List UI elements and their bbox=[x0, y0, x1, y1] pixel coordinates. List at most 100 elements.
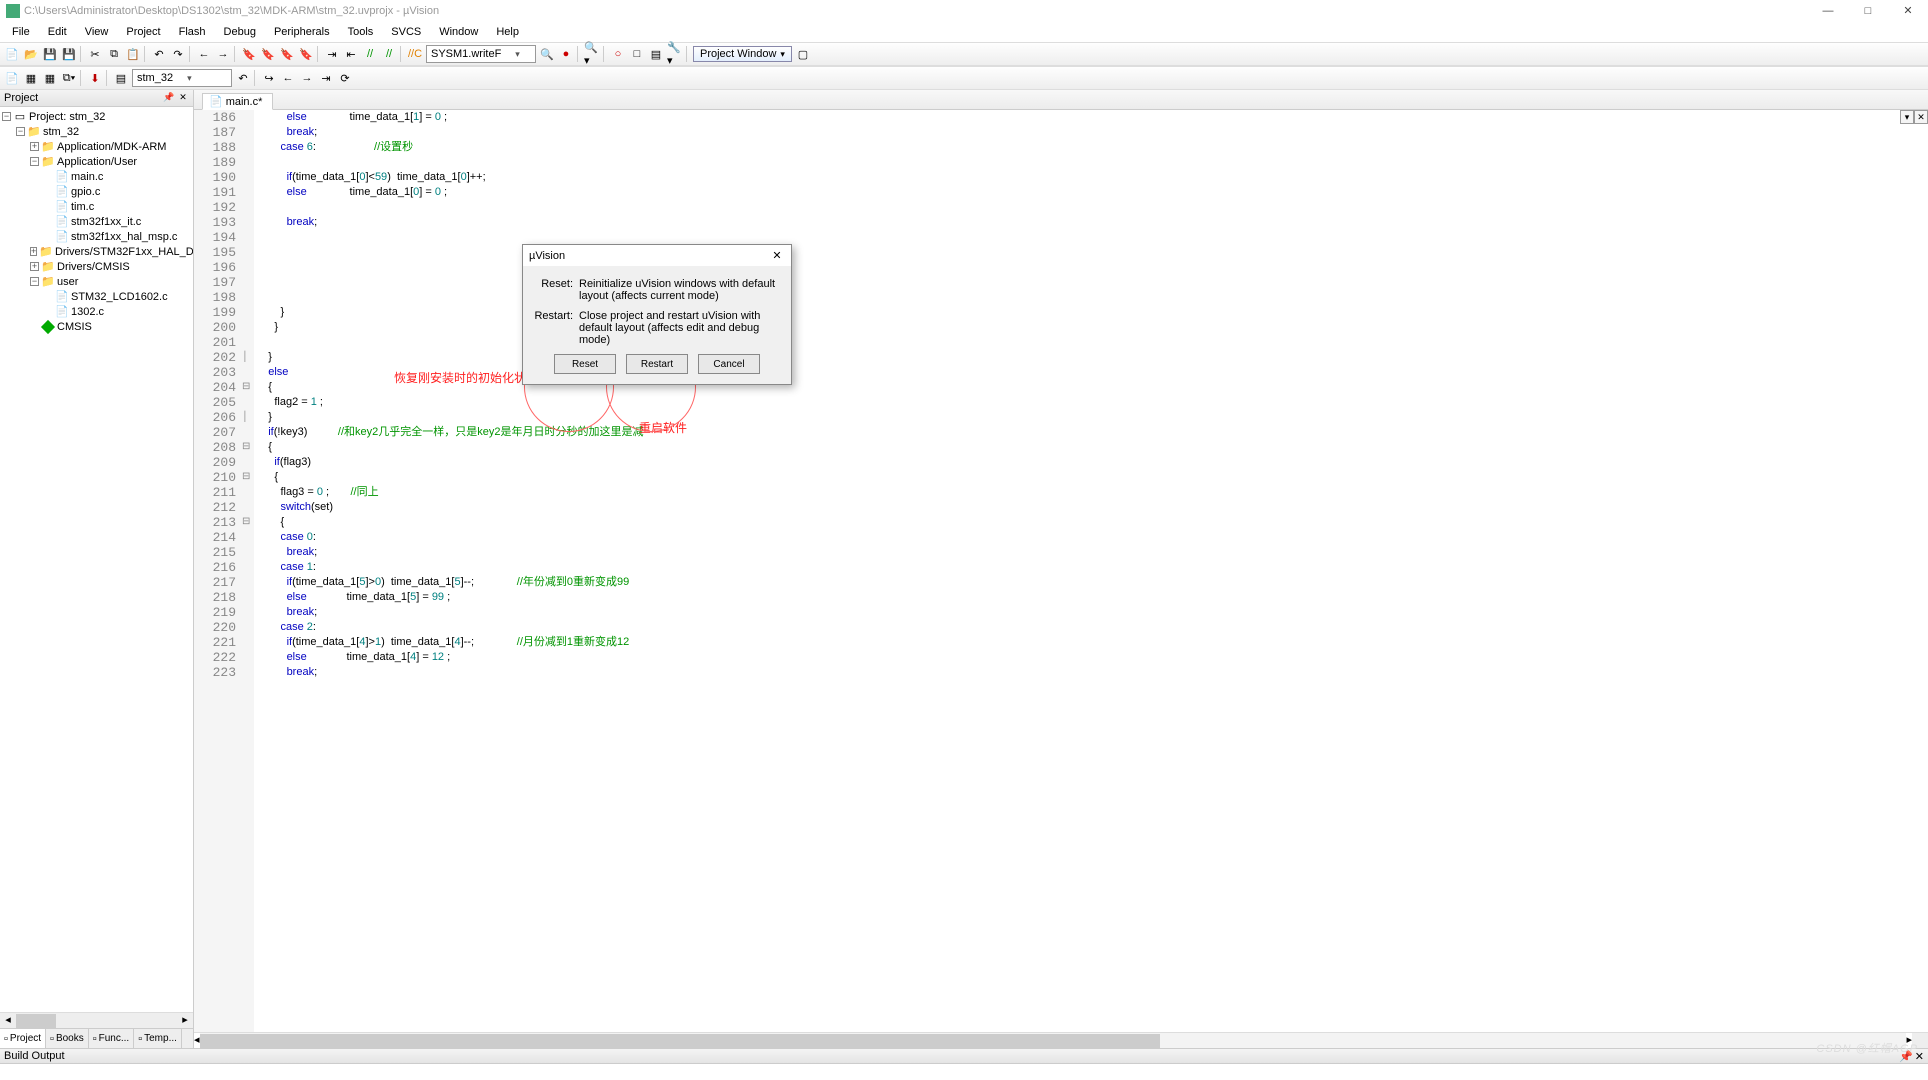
run-icon2[interactable]: ○ bbox=[610, 46, 626, 62]
close-button[interactable]: ✕ bbox=[1888, 0, 1928, 22]
tree-node[interactable]: 📄gpio.c bbox=[0, 184, 193, 199]
window-icon[interactable]: ▢ bbox=[795, 46, 811, 62]
tree-node[interactable]: 📄main.c bbox=[0, 169, 193, 184]
project-hscroll[interactable]: ◂▸ bbox=[0, 1012, 193, 1028]
uncomment-icon[interactable]: // bbox=[381, 46, 397, 62]
outdent-icon[interactable]: ⇤ bbox=[343, 46, 359, 62]
maximize-button[interactable]: □ bbox=[1848, 0, 1888, 22]
comment-icon[interactable]: // bbox=[362, 46, 378, 62]
code-view[interactable]: else time_data_1[1] = 0 ; break; case 6:… bbox=[254, 110, 1928, 1032]
bookmark-clear-icon[interactable]: 🔖 bbox=[298, 46, 314, 62]
project-tab-3[interactable]: ▫Temp... bbox=[134, 1029, 182, 1048]
target-select[interactable]: stm_32 bbox=[132, 69, 232, 87]
download-icon[interactable]: ⬇ bbox=[87, 70, 103, 86]
menu-flash[interactable]: Flash bbox=[171, 24, 214, 40]
tree-node[interactable]: 📄stm32f1xx_it.c bbox=[0, 214, 193, 229]
bookmark-prev-icon[interactable]: 🔖 bbox=[260, 46, 276, 62]
paste-icon[interactable]: 📋 bbox=[125, 46, 141, 62]
config-icon[interactable]: 🔧▾ bbox=[667, 46, 683, 62]
tree-node[interactable]: 📄tim.c bbox=[0, 199, 193, 214]
dialog-close-icon[interactable]: ✕ bbox=[769, 249, 785, 262]
run-icon3[interactable]: □ bbox=[629, 46, 645, 62]
build-icon[interactable]: ▦ bbox=[23, 70, 39, 86]
tree-node[interactable]: +📁Application/MDK-ARM bbox=[0, 139, 193, 154]
debug-icon[interactable]: 🔍▾ bbox=[584, 46, 600, 62]
editor-close-x[interactable]: ✕ bbox=[1914, 110, 1928, 124]
new-icon[interactable]: 📄 bbox=[4, 46, 20, 62]
project-window-combo[interactable]: Project Window▾ bbox=[693, 46, 792, 62]
redo-icon[interactable]: ↷ bbox=[170, 46, 186, 62]
step4-icon[interactable]: ⇥ bbox=[318, 70, 334, 86]
step3-icon[interactable]: → bbox=[299, 70, 315, 86]
undo-icon[interactable]: ↶ bbox=[151, 46, 167, 62]
project-pane-title: Project 📌 ✕ bbox=[0, 90, 193, 107]
dialog-restart-label: Restart: bbox=[533, 310, 573, 346]
tree-node[interactable]: 📄stm32f1xx_hal_msp.c bbox=[0, 229, 193, 244]
project-tree[interactable]: −▭Project: stm_32−📁stm_32+📁Application/M… bbox=[0, 107, 193, 1012]
menu-view[interactable]: View bbox=[77, 24, 117, 40]
cut-icon[interactable]: ✂ bbox=[87, 46, 103, 62]
step5-icon[interactable]: ⟳ bbox=[337, 70, 353, 86]
saveall-icon[interactable]: 💾 bbox=[61, 46, 77, 62]
run-icon4[interactable]: ▤ bbox=[648, 46, 664, 62]
find-handle-icon[interactable]: //C bbox=[407, 46, 423, 62]
dialog-uvision: µVision ✕ Reset: Reinitialize uVision wi… bbox=[522, 244, 792, 385]
pin-icon[interactable]: 📌 bbox=[163, 92, 175, 104]
rebuild-icon[interactable]: ▦ bbox=[42, 70, 58, 86]
tree-node[interactable]: CMSIS bbox=[0, 319, 193, 334]
minimize-button[interactable]: — bbox=[1808, 0, 1848, 22]
tree-node[interactable]: −📁stm_32 bbox=[0, 124, 193, 139]
find-magnify-icon[interactable]: 🔍 bbox=[539, 46, 555, 62]
menu-svcs[interactable]: SVCS bbox=[383, 24, 429, 40]
tree-node[interactable]: 📄STM32_LCD1602.c bbox=[0, 289, 193, 304]
editor-dropdown-arrow[interactable]: ▾ bbox=[1900, 110, 1914, 124]
bookmark-icon[interactable]: 🔖 bbox=[241, 46, 257, 62]
tree-node[interactable]: −▭Project: stm_32 bbox=[0, 109, 193, 124]
build-output[interactable] bbox=[0, 1064, 1928, 1080]
find-combo[interactable]: SYSM1.writeF bbox=[426, 45, 536, 63]
nav-back-icon[interactable]: ← bbox=[196, 46, 212, 62]
menu-tools[interactable]: Tools bbox=[340, 24, 382, 40]
tree-node[interactable]: 📄1302.c bbox=[0, 304, 193, 319]
cancel-button[interactable]: Cancel bbox=[698, 354, 760, 374]
pane-close-icon[interactable]: ✕ bbox=[177, 92, 189, 104]
fold-column[interactable]: │ ⊟ │ ⊟ ⊟ ⊟ bbox=[242, 110, 254, 1032]
tree-node[interactable]: −📁Application/User bbox=[0, 154, 193, 169]
dialog-reset-label: Reset: bbox=[533, 278, 573, 302]
step-icon[interactable]: ↪ bbox=[261, 70, 277, 86]
menu-help[interactable]: Help bbox=[488, 24, 527, 40]
tree-node[interactable]: +📁Drivers/STM32F1xx_HAL_Driv bbox=[0, 244, 193, 259]
indent-icon[interactable]: ⇥ bbox=[324, 46, 340, 62]
project-tab-1[interactable]: ▫Books bbox=[46, 1029, 89, 1048]
menu-peripherals[interactable]: Peripherals bbox=[266, 24, 338, 40]
titlebar: C:\Users\Administrator\Desktop\DS1302\st… bbox=[0, 0, 1928, 22]
target-name: stm_32 bbox=[137, 72, 173, 84]
batch-icon[interactable]: ⧉▾ bbox=[61, 70, 77, 86]
manage-icon[interactable]: ↶ bbox=[235, 70, 251, 86]
project-tab-0[interactable]: ▫Project bbox=[0, 1029, 46, 1048]
menu-window[interactable]: Window bbox=[431, 24, 486, 40]
menu-debug[interactable]: Debug bbox=[216, 24, 264, 40]
dialog-title[interactable]: µVision ✕ bbox=[523, 245, 791, 266]
menu-file[interactable]: File bbox=[4, 24, 38, 40]
open-icon[interactable]: 📂 bbox=[23, 46, 39, 62]
bookmark-next-icon[interactable]: 🔖 bbox=[279, 46, 295, 62]
build-output-title: Build Output 📌 ✕ bbox=[0, 1048, 1928, 1064]
options-icon[interactable]: ▤ bbox=[113, 70, 129, 86]
restart-button[interactable]: Restart bbox=[626, 354, 688, 374]
find-in-files-icon[interactable]: ● bbox=[558, 46, 574, 62]
nav-fwd-icon[interactable]: → bbox=[215, 46, 231, 62]
editor-hscroll[interactable]: ◂▸ bbox=[194, 1032, 1928, 1048]
copy-icon[interactable]: ⧉ bbox=[106, 46, 122, 62]
editor-tab-main[interactable]: 📄 main.c* bbox=[202, 93, 273, 110]
save-icon[interactable]: 💾 bbox=[42, 46, 58, 62]
reset-button[interactable]: Reset bbox=[554, 354, 616, 374]
toolbar-main: 📄 📂 💾 💾 ✂ ⧉ 📋 ↶ ↷ ← → 🔖 🔖 🔖 🔖 ⇥ ⇤ // // … bbox=[0, 42, 1928, 66]
project-tab-2[interactable]: ▫Func... bbox=[89, 1029, 134, 1048]
tree-node[interactable]: −📁user bbox=[0, 274, 193, 289]
menu-project[interactable]: Project bbox=[118, 24, 168, 40]
translate-icon[interactable]: 📄 bbox=[4, 70, 20, 86]
menu-edit[interactable]: Edit bbox=[40, 24, 75, 40]
step2-icon[interactable]: ← bbox=[280, 70, 296, 86]
tree-node[interactable]: +📁Drivers/CMSIS bbox=[0, 259, 193, 274]
